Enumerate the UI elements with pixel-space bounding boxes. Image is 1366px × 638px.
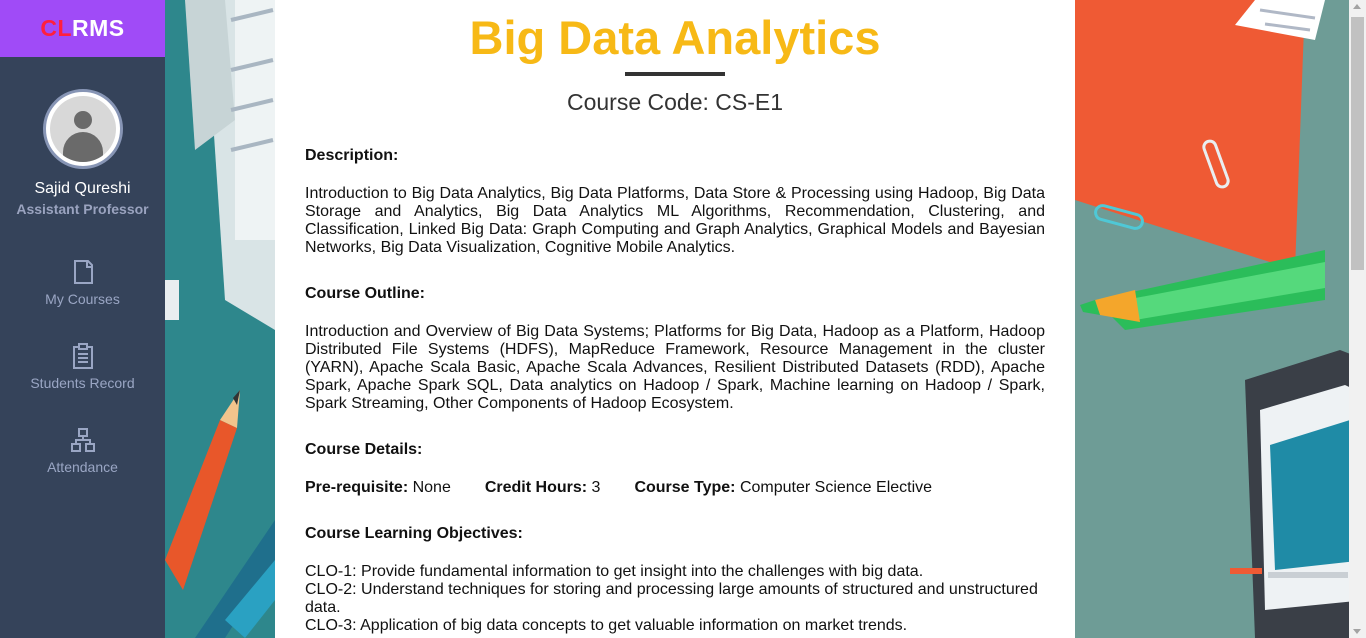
prerequisite-value: None: [412, 479, 451, 496]
app-logo[interactable]: CL RMS: [0, 0, 165, 57]
objective-item: CLO-3: Application of big data concepts …: [305, 617, 908, 634]
scroll-up-arrow-icon[interactable]: [1353, 4, 1361, 9]
prerequisite: Pre-requisite: None: [305, 479, 451, 497]
title-divider: [625, 72, 725, 76]
page-scrollbar[interactable]: [1349, 0, 1366, 638]
description-heading: Description:: [305, 147, 399, 164]
clipboard-icon: [72, 343, 93, 369]
document-icon: [73, 260, 93, 284]
credit-hours-value: 3: [591, 479, 601, 496]
course-code-label: Course Code:: [566, 89, 709, 115]
sidebar: CL RMS Sajid Qureshi Assistant Professor …: [0, 0, 165, 638]
course-type-label: Course Type:: [634, 479, 736, 496]
course-type: Course Type: Computer Science Elective: [634, 479, 932, 497]
course-card: Big Data Analytics Course Code: CS-E1 De…: [275, 0, 1075, 638]
logo-part-rms: RMS: [72, 15, 125, 41]
scroll-down-arrow-icon[interactable]: [1353, 629, 1361, 634]
course-type-value: Computer Science Elective: [739, 479, 933, 496]
nav-item-attendance[interactable]: Attendance: [0, 427, 165, 511]
outline-heading: Course Outline:: [305, 285, 426, 302]
prerequisite-label: Pre-requisite:: [305, 479, 409, 496]
objective-item: CLO-2: Understand techniques for storing…: [305, 581, 1038, 616]
credit-hours: Credit Hours: 3: [485, 479, 601, 497]
nav-label-students-record: Students Record: [30, 375, 135, 391]
nav-label-attendance: Attendance: [47, 459, 118, 475]
objective-item: CLO-1: Provide fundamental information t…: [305, 563, 924, 580]
course-code: Course Code: CS-E1: [305, 89, 1045, 116]
user-icon: [49, 96, 116, 162]
hierarchy-icon: [70, 428, 95, 452]
course-details-row: Pre-requisite: None Credit Hours: 3 Cour…: [305, 479, 1045, 497]
user-name: Sajid Qureshi: [34, 180, 131, 197]
logo-part-cl: CL: [40, 15, 73, 41]
nav-item-students-record[interactable]: Students Record: [0, 343, 165, 427]
course-code-value: CS-E1: [715, 89, 784, 115]
nav-label-my-courses: My Courses: [45, 291, 120, 307]
credit-hours-label: Credit Hours:: [484, 479, 588, 496]
avatar[interactable]: [42, 89, 123, 169]
details-heading: Course Details:: [305, 441, 423, 458]
objectives-list: CLO-1: Provide fundamental information t…: [305, 563, 1045, 635]
objectives-heading: Course Learning Objectives:: [305, 525, 523, 542]
user-role: Assistant Professor: [16, 201, 149, 217]
nav-item-my-courses[interactable]: My Courses: [0, 259, 165, 343]
nav-menu: My Courses Students Record Attendance: [0, 259, 165, 511]
outline-text: Introduction and Overview of Big Data Sy…: [305, 323, 1045, 412]
description-text: Introduction to Big Data Analytics, Big …: [305, 185, 1045, 256]
course-title: Big Data Analytics: [469, 11, 881, 64]
scroll-thumb[interactable]: [1351, 17, 1364, 270]
